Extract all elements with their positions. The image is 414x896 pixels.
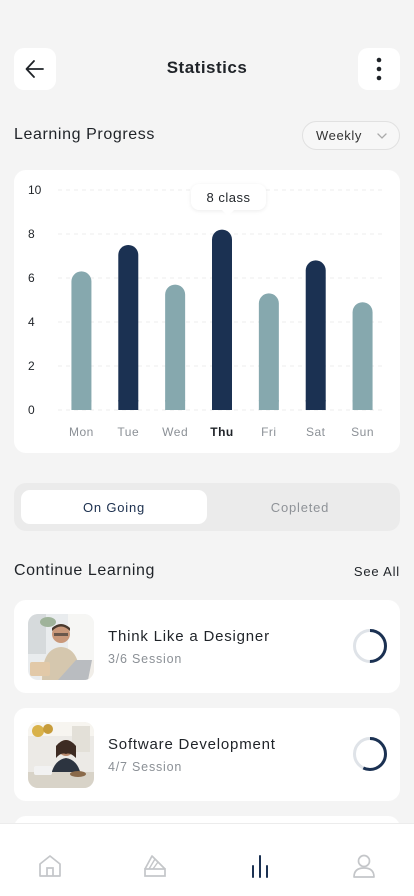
more-options-button[interactable] [358,48,400,90]
tab-completed[interactable]: Copleted [207,490,393,524]
continue-learning-title: Continue Learning [14,562,155,579]
bottom-navigation [0,823,414,896]
learning-progress-title: Learning Progress [14,126,155,143]
nav-design[interactable] [135,846,175,886]
course-thumbnail [28,722,94,788]
bar-sun[interactable] [352,302,373,410]
tab-ongoing[interactable]: On Going [21,490,207,524]
chevron-down-icon [377,133,387,139]
bar-base-thu [212,400,232,410]
bar-base-sun [352,400,373,410]
bar-base-fri [258,400,279,410]
home-icon [39,855,61,877]
bar-mon[interactable] [71,271,92,410]
bar-fri[interactable] [258,293,279,410]
y-tick-label: 4 [28,315,35,329]
bar-tue[interactable] [118,245,139,410]
design-icon [144,855,166,877]
course-sessions: 4/7 Session [108,760,183,774]
nav-home[interactable] [30,846,70,886]
more-vertical-icon [376,57,382,81]
learning-progress-chart: 0 2 4 6 8 10 Mon Tue Wed Thu Fri Sat Sun [14,170,400,453]
chart-tooltip: 8 class [191,184,266,216]
y-tick-label: 6 [28,271,35,285]
course-thumbnail [28,614,94,680]
bar-base-mon [71,400,92,410]
progress-ring-icon [353,737,387,771]
x-tick-label: Thu [210,425,234,439]
period-dropdown[interactable]: Weekly [302,121,400,150]
bar-base-tue [118,400,139,410]
nav-statistics[interactable] [240,846,280,886]
course-status-tabs: On Going Copleted [14,483,400,531]
x-tick-label: Fri [261,425,277,439]
bar-sat[interactable] [305,260,326,410]
x-tick-label: Mon [69,425,94,439]
bar-wed[interactable] [165,284,186,410]
bar-chart: 0 2 4 6 8 10 Mon Tue Wed Thu Fri Sat Sun [28,183,386,439]
profile-icon [353,854,375,878]
y-tick-label: 2 [28,359,35,373]
nav-profile[interactable] [344,846,384,886]
progress-ring-icon [353,629,387,663]
x-tick-label: Tue [117,425,139,439]
course-card[interactable]: Think Like a Designer 3/6 Session [14,600,400,693]
x-tick-label: Wed [162,425,188,439]
y-tick-label: 8 [28,227,35,241]
x-tick-label: Sun [351,425,374,439]
page-title: Statistics [166,58,248,77]
course-card[interactable]: Software Development 4/7 Session [14,708,400,801]
bar-base-sat [305,400,326,410]
period-selected-value: Weekly [316,128,362,143]
bar-thu[interactable] [212,229,232,410]
y-tick-label: 0 [28,403,35,417]
statistics-icon [252,855,268,878]
x-tick-label: Sat [306,425,326,439]
course-title: Software Development [108,736,276,753]
see-all-link[interactable]: See All [354,564,400,579]
y-tick-label: 10 [28,183,42,197]
course-title: Think Like a Designer [108,628,270,645]
course-sessions: 3/6 Session [108,652,183,666]
bar-base-wed [165,400,186,410]
